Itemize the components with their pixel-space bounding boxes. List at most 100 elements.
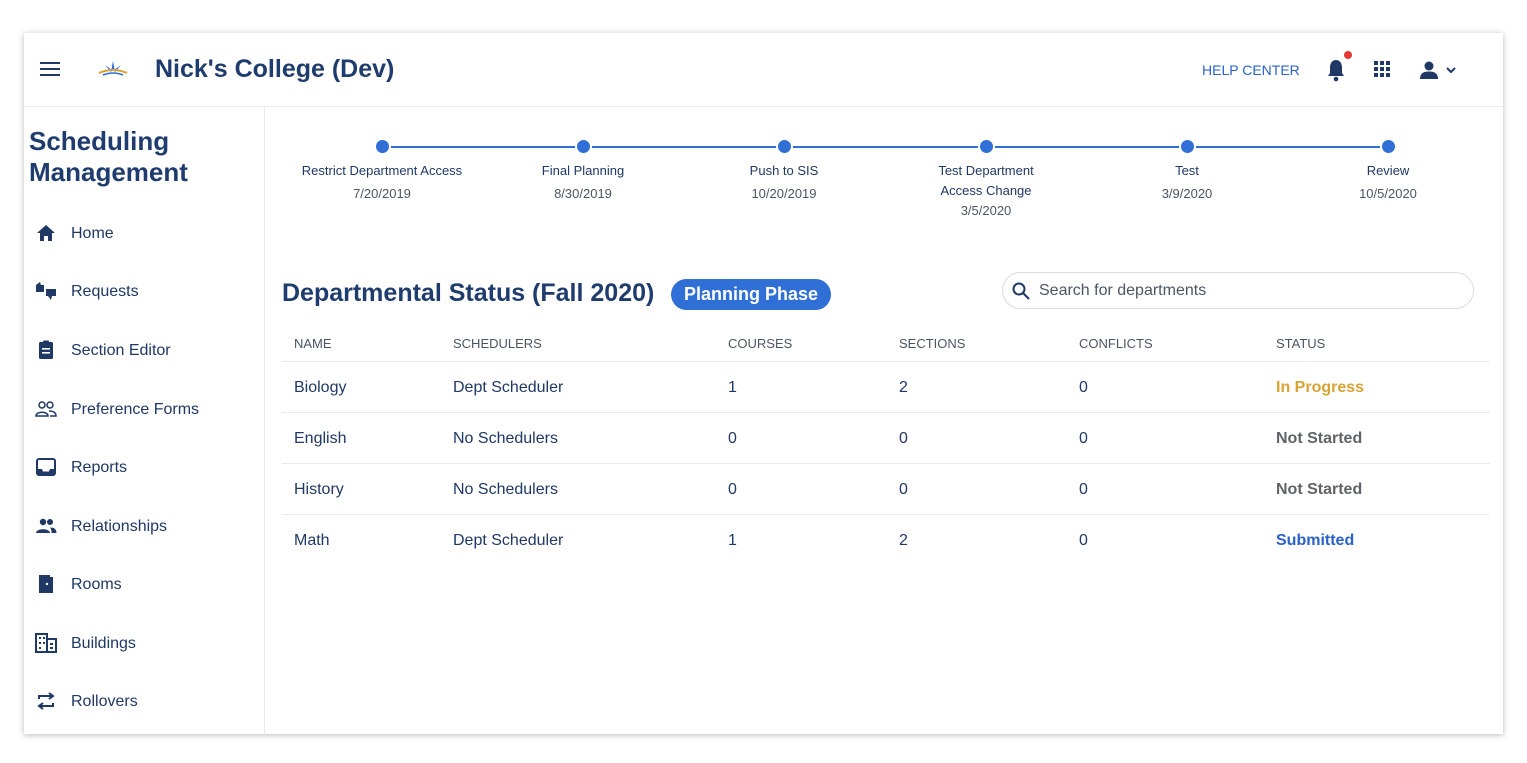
sidebar-item-label: Reports [71,459,128,476]
help-center-link[interactable]: HELP CENTER [1202,62,1300,78]
timeline-label: Final Planning [541,163,625,178]
notification-dot [1344,51,1352,59]
dept-name: English [294,430,347,447]
sidebar: Scheduling Management Home Requests Sect… [24,107,265,734]
timeline-step[interactable]: Test Department Access Change 3/5/2020 [896,138,1076,221]
timeline-step[interactable]: Final Planning 8/30/2019 [493,138,673,204]
menu-icon[interactable] [40,62,60,78]
sidebar-item-label: Relationships [71,518,168,535]
dept-name: Math [294,532,330,549]
conflicts-cell: 0 [1079,430,1088,447]
timeline-dot [977,138,995,155]
sections-cell: 0 [899,481,908,498]
phase-badge: Planning Phase [671,279,832,310]
schedulers-cell: No Schedulers [453,481,558,498]
search-icon [1012,282,1030,300]
timeline-date: 10/20/2019 [751,186,817,201]
timeline-step[interactable]: Review 10/5/2020 [1298,138,1478,204]
column-header[interactable]: SCHEDULERS [453,329,542,359]
column-header[interactable]: CONFLICTS [1079,329,1153,359]
sidebar-item-buildings[interactable]: Buildings [24,623,264,663]
building-icon [35,633,57,653]
sections-cell: 2 [899,379,908,396]
timeline-dot [1379,138,1397,155]
sidebar-item-home[interactable]: Home [24,213,264,253]
swap-icon [37,692,55,710]
table-row[interactable]: Biology Dept Scheduler 1 2 0 In Progress [282,362,1490,413]
sidebar-item-section-editor[interactable]: Section Editor [24,330,264,370]
courses-cell: 1 [728,379,737,396]
timeline-dot [574,138,592,155]
status-badge: Submitted [1276,532,1355,549]
timeline-label: Push to SIS [749,163,819,178]
sections-cell: 0 [899,430,908,447]
app-window: Nick's College (Dev) HELP CENTER Schedul… [24,33,1503,734]
timeline-dot [1178,138,1196,155]
conflicts-cell: 0 [1079,532,1088,549]
sidebar-item-rooms[interactable]: Rooms [24,564,264,604]
bell-icon[interactable] [1324,57,1348,83]
column-header[interactable]: STATUS [1276,329,1325,359]
chevron-down-icon [1446,67,1456,74]
timeline-dot [373,138,391,155]
people-outline-icon [35,401,57,417]
user-icon [1420,61,1438,79]
sidebar-item-label: Rooms [71,576,122,593]
status-badge: Not Started [1276,481,1363,498]
timeline-step[interactable]: Test 3/9/2020 [1097,138,1277,204]
sidebar-item-reports[interactable]: Reports [24,447,264,487]
sidebar-title: Scheduling Management [29,126,188,187]
inbox-icon [36,458,56,476]
logo [98,61,128,76]
timeline-date: 3/9/2020 [1161,186,1213,201]
top-bar: Nick's College (Dev) HELP CENTER [24,33,1503,107]
clipboard-icon [39,340,53,359]
conflicts-cell: 0 [1079,379,1088,396]
status-badge: Not Started [1276,430,1363,447]
schedulers-cell: No Schedulers [453,430,558,447]
timeline-date: 8/30/2019 [554,186,612,201]
timeline-label: Review [1366,163,1410,178]
timeline-label: Test [1175,163,1199,178]
timeline-date: 10/5/2020 [1359,186,1417,201]
dept-name: Biology [294,379,347,396]
courses-cell: 0 [728,430,737,447]
sidebar-item-label: Buildings [71,635,136,652]
sidebar-item-label: Rollovers [71,693,138,710]
sidebar-item-label: Preference Forms [71,401,200,418]
sidebar-item-relationships[interactable]: Relationships [24,506,264,546]
table-row[interactable]: Math Dept Scheduler 1 2 0 Submitted [282,515,1490,566]
column-header[interactable]: COURSES [728,329,792,359]
timeline-date: 7/20/2019 [353,186,411,201]
sidebar-item-requests[interactable]: Requests [24,271,264,311]
search-box[interactable] [1002,272,1474,309]
table-header-row: NAME SCHEDULERS COURSES SECTIONS CONFLIC… [282,329,1490,362]
sidebar-item-label: Requests [71,283,139,300]
timeline-label: Restrict Department Access [301,163,463,178]
column-header[interactable]: SECTIONS [899,329,965,359]
sidebar-item-rollovers[interactable]: Rollovers [24,681,264,721]
timeline-dot [775,138,793,155]
timeline-step[interactable]: Restrict Department Access 7/20/2019 [292,138,472,204]
schedulers-cell: Dept Scheduler [453,379,564,396]
courses-cell: 0 [728,481,737,498]
home-icon [37,225,55,241]
user-menu[interactable] [1419,59,1463,81]
apps-grid-icon[interactable] [1374,61,1390,77]
dept-name: History [294,481,344,498]
search-input[interactable] [1039,279,1459,303]
departments-table: NAME SCHEDULERS COURSES SECTIONS CONFLIC… [282,329,1490,566]
sections-cell: 2 [899,532,908,549]
column-header[interactable]: NAME [294,329,332,359]
schedulers-cell: Dept Scheduler [453,532,564,549]
page-title: Departmental Status (Fall 2020) [282,279,655,307]
timeline-step[interactable]: Push to SIS 10/20/2019 [694,138,874,204]
table-row[interactable]: English No Schedulers 0 0 0 Not Started [282,413,1490,464]
timeline-label: Test Department Access Change [938,163,1034,198]
table-row[interactable]: History No Schedulers 0 0 0 Not Started [282,464,1490,515]
timeline-date: 3/5/2020 [960,203,1012,218]
sidebar-item-preference-forms[interactable]: Preference Forms [24,389,264,429]
phase-timeline: Restrict Department Access 7/20/2019 Fin… [265,107,1503,257]
status-badge: In Progress [1276,379,1365,396]
conflicts-cell: 0 [1079,481,1088,498]
